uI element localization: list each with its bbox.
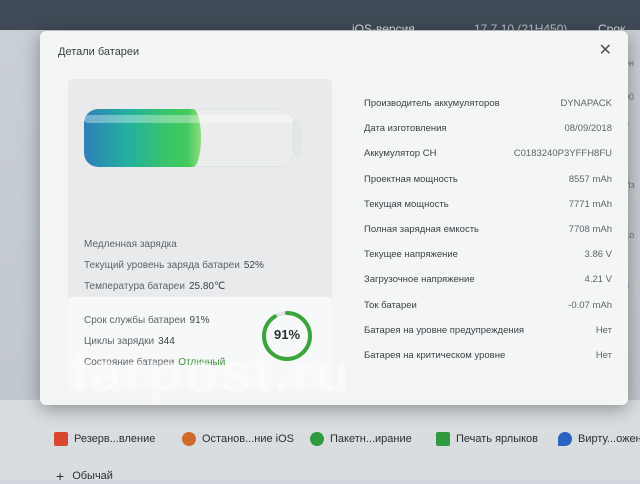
spec-row: Дата изготовления 08/09/2018 bbox=[364, 123, 612, 134]
toolbar-backup[interactable]: Резерв...вление bbox=[54, 432, 155, 446]
temperature-value: 25.80℃ bbox=[188, 281, 226, 292]
spec-label: Дата изготовления bbox=[364, 123, 447, 135]
toolbar-label: Вирту...ожени bbox=[578, 433, 640, 445]
spec-row: Аккумулятор СН C0183240P3YFFH8FU bbox=[364, 148, 612, 159]
spec-row: Ток батареи -0.07 mAh bbox=[364, 300, 612, 311]
spec-label: Батарея на критическом уровне bbox=[364, 350, 506, 361]
condition-label: Состояние батареи bbox=[84, 357, 175, 368]
condition: Состояние батареи Отличный bbox=[84, 357, 225, 368]
gear-icon bbox=[182, 432, 196, 446]
toolbar-label: Резерв...вление bbox=[74, 433, 156, 445]
battery-graphic bbox=[84, 109, 302, 167]
backup-icon bbox=[54, 432, 68, 446]
spec-value: Нет bbox=[595, 350, 612, 361]
charging-mode: Медленная зарядка bbox=[84, 239, 177, 250]
shield-check-icon bbox=[310, 432, 324, 446]
spec-value: C0183240P3YFFH8FU bbox=[513, 148, 612, 160]
spec-label: Текущее напряжение bbox=[364, 249, 458, 261]
spec-value: 7708 mAh bbox=[568, 224, 612, 235]
spec-row: Батарея на уровне предупреждения Нет bbox=[364, 325, 612, 336]
toolbar-label: Пакетн...ирание bbox=[330, 433, 412, 445]
close-icon[interactable]: ✕ bbox=[599, 43, 612, 59]
health: Срок службы батареи 91% bbox=[84, 315, 210, 326]
battery-status-card: Медленная зарядка Текущий уровень заряда… bbox=[68, 79, 332, 303]
cycles-label: Циклы зарядки bbox=[84, 336, 155, 347]
spec-value: 7771 mAh bbox=[568, 198, 612, 210]
temperature-label: Температура батареи bbox=[84, 281, 185, 292]
spec-label: Ток батареи bbox=[364, 299, 417, 311]
spec-row: Текущая мощность 7771 mAh bbox=[364, 199, 612, 210]
spec-label: Аккумулятор СН bbox=[364, 148, 437, 160]
toolbar-label: Печать ярлыков bbox=[456, 433, 539, 445]
charge-level: Текущий уровень заряда батареи 52% bbox=[84, 260, 264, 271]
toolbar-virtual-location[interactable]: Вирту...ожени bbox=[558, 432, 640, 446]
toolbar-stop-ios[interactable]: Останов...ние iOS bbox=[182, 432, 294, 446]
spec-label: Батарея на уровне предупреждения bbox=[364, 324, 525, 336]
dialog-title: Детали батареи bbox=[58, 46, 140, 58]
spec-value: 3.86 V bbox=[584, 249, 612, 261]
location-icon bbox=[558, 432, 572, 446]
spec-value: -0.07 mAh bbox=[568, 299, 612, 311]
battery-tip bbox=[294, 119, 302, 157]
spec-value: 8557 mAh bbox=[568, 173, 612, 185]
spec-row: Проектная мощность 8557 mAh bbox=[364, 174, 612, 185]
condition-value: Отличный bbox=[178, 357, 226, 368]
battery-details-dialog: Детали батареи ✕ Медленная зарядка Текущ… bbox=[40, 31, 628, 405]
spec-value: 4.21 V bbox=[584, 274, 612, 286]
spec-label: Загрузочное напряжение bbox=[364, 274, 475, 286]
spec-row: Производитель аккумуляторов DYNAPACK bbox=[364, 98, 612, 109]
spec-label: Проектная мощность bbox=[364, 173, 458, 185]
spec-row: Загрузочное напряжение 4.21 V bbox=[364, 274, 612, 285]
spec-label: Производитель аккумуляторов bbox=[364, 98, 500, 109]
spec-label: Текущая мощность bbox=[364, 198, 449, 210]
spec-label: Полная зарядная емкость bbox=[364, 224, 479, 235]
add-custom-button[interactable]: + Обычай bbox=[56, 468, 113, 484]
app-header: iOS-версия 17.7.10 (21H450) Срок сл bbox=[0, 0, 640, 50]
battery-shine bbox=[84, 115, 294, 123]
printer-icon bbox=[436, 432, 450, 446]
cycles: Циклы зарядки 344 bbox=[84, 336, 175, 347]
temperature: Температура батареи 25.80℃ bbox=[84, 281, 225, 292]
charge-level-value: 52% bbox=[243, 260, 264, 271]
battery-body bbox=[84, 109, 294, 167]
spec-row: Полная зарядная емкость 7708 mAh bbox=[364, 224, 612, 235]
spec-value: Нет bbox=[595, 324, 612, 336]
plus-icon: + bbox=[56, 468, 65, 484]
health-ring-label: 91% bbox=[273, 327, 301, 342]
toolbar-print-labels[interactable]: Печать ярлыков bbox=[436, 432, 538, 446]
health-label: Срок службы батареи bbox=[84, 315, 186, 326]
cycles-value: 344 bbox=[158, 336, 175, 347]
spec-value: 08/09/2018 bbox=[564, 123, 612, 135]
charge-level-label: Текущий уровень заряда батареи bbox=[84, 260, 240, 271]
toolbar-batch[interactable]: Пакетн...ирание bbox=[310, 432, 412, 446]
spec-row: Батарея на критическом уровне Нет bbox=[364, 350, 612, 361]
toolbar-label: Останов...ние iOS bbox=[202, 433, 295, 445]
battery-health-card: Срок службы батареи 91% Циклы зарядки 344 … bbox=[68, 297, 332, 389]
add-custom-label: Обычай bbox=[72, 470, 113, 482]
spec-value: DYNAPACK bbox=[560, 98, 612, 109]
health-value: 91% bbox=[189, 315, 210, 326]
spec-row: Текущее напряжение 3.86 V bbox=[364, 249, 612, 260]
